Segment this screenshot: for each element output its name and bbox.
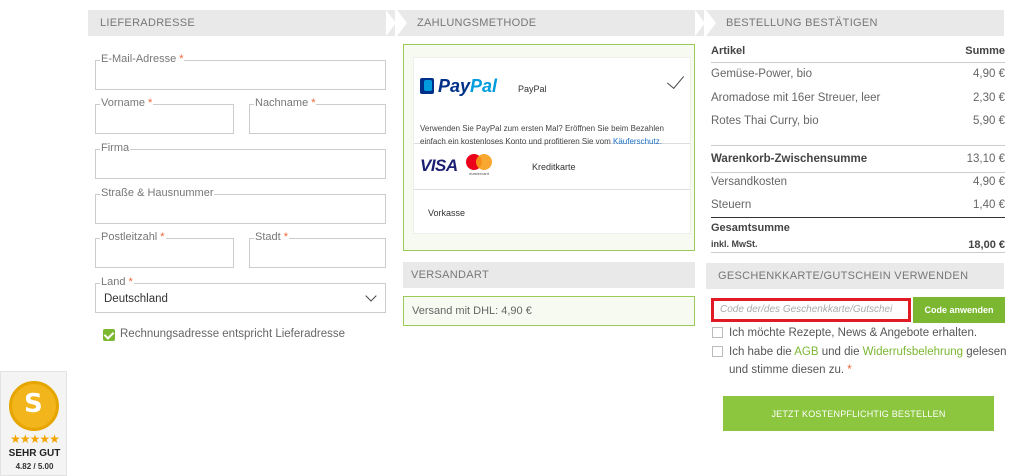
total-value: 18,00 € [968,239,1005,251]
country-value: Deutschland [104,293,168,305]
rating-stars: ★★★★★ [10,432,60,446]
rating-label: SEHR GUT [8,448,61,459]
summary-header: Artikel Summe [711,45,1005,57]
terms-label: Ich habe die AGB und die Widerrufsbelehr… [729,346,1007,376]
shipping-cost-row: Versandkosten 4,90 € [711,176,1005,188]
company-label: Firma [100,142,131,154]
step-payment-header: ZAHLUNGSMETHODE [397,10,705,36]
card-name: Kreditkarte [532,162,576,172]
country-label: Land * [100,276,134,288]
step-arrow-in [706,10,716,36]
subtotal-label: Warenkorb-Zwischensumme [711,153,868,165]
newsletter-checkbox[interactable] [712,327,723,338]
voucher-placeholder: Code der/des Geschenkkarte/Gutschei [720,304,893,315]
agb-link[interactable]: AGB [794,346,818,358]
divider [711,172,1005,173]
voucher-header: GESCHENKKARTE/GUTSCHEIN VERWENDEN [706,263,1004,289]
country-select[interactable]: Land * Deutschland [95,276,386,313]
table-row: Gemüse-Power, bio 4,90 € [711,68,1005,80]
firstname-label: Vorname * [100,97,154,109]
tax-value: 1,40 € [973,199,1005,211]
step-delivery-label: LIEFERADRESSE [100,17,195,29]
selected-check-icon [666,70,685,90]
step-arrow [695,10,705,36]
divider [711,62,1005,63]
voucher-header-label: GESCHENKKARTE/GUTSCHEIN VERWENDEN [718,270,969,282]
step-arrow [386,10,396,36]
prepay-name: Vorkasse [428,208,466,218]
terms-checkbox[interactable] [712,346,723,357]
payment-list: PayPal PayPal Verwenden Sie PayPal zum e… [413,57,691,234]
payment-option-prepay[interactable]: Vorkasse [414,190,690,235]
shipping-cost-value: 4,90 € [973,176,1005,188]
item-name: Aromadose mit 16er Streuer, leer [711,92,881,104]
chevron-down-icon [365,290,377,302]
mastercard-logo: mastercard [464,154,500,176]
trusted-shops-logo [9,381,59,431]
shipping-header: VERSANDART [403,262,695,288]
total-sub-row: inkl. MwSt. 18,00 € [711,239,1005,251]
firstname-field[interactable]: Vorname * [95,97,234,134]
col-sum: Summe [965,45,1005,57]
rating-score: 4.82 / 5.00 [15,462,54,471]
company-field[interactable]: Firma [95,142,386,179]
divider [711,252,1005,253]
newsletter-label: Ich möchte Rezepte, News & Angebote erha… [729,327,978,339]
item-price: 4,90 € [973,68,1005,80]
shipping-option-label: Versand mit DHL: 4,90 € [412,305,532,317]
tax-label: Steuern [711,199,752,211]
email-label: E-Mail-Adresse * [100,53,185,65]
step-confirm-label: BESTELLUNG BESTÄTIGEN [726,17,878,29]
step-delivery-header: LIEFERADRESSE [88,10,396,36]
paypal-name: PayPal [518,84,547,94]
shipping-cost-label: Versandkosten [711,176,788,188]
paypal-logo: PayPal [420,76,497,97]
table-row: Aromadose mit 16er Streuer, leer 2,30 € [711,92,1005,104]
divider [711,145,1005,146]
street-field[interactable]: Straße & Hausnummer [95,187,386,224]
lastname-field[interactable]: Nachname * [249,97,386,134]
lastname-label: Nachname * [254,97,317,109]
payment-methods: PayPal PayPal Verwenden Sie PayPal zum e… [403,44,695,251]
visa-logo: VISA [420,156,458,175]
street-label: Straße & Hausnummer [100,187,215,199]
apply-code-button[interactable]: Code anwenden [913,297,1005,323]
tax-row: Steuern 1,40 € [711,199,1005,211]
apply-code-label: Code anwenden [924,305,994,315]
city-label: Stadt * [254,231,289,243]
email-field[interactable]: E-Mail-Adresse * [95,53,386,90]
zip-label: Postleitzahl * [100,231,166,243]
payment-option-paypal[interactable]: PayPal PayPal Verwenden Sie PayPal zum e… [414,58,690,146]
item-name: Rotes Thai Curry, bio [711,115,819,127]
city-field[interactable]: Stadt * [249,231,386,268]
step-arrow-in [397,10,407,36]
payment-option-card[interactable]: VISA mastercard Kreditkarte [414,144,690,190]
subtotal-row: Warenkorb-Zwischensumme 13,10 € [711,153,1005,165]
col-article: Artikel [711,45,746,57]
place-order-button[interactable]: JETZT KOSTENPFLICHTIG BESTELLEN [723,396,994,431]
shipping-option-dhl[interactable]: Versand mit DHL: 4,90 € [403,296,695,326]
billing-same-label: Rechnungsadresse entspricht Lieferadress… [120,328,346,340]
item-price: 2,30 € [973,92,1005,104]
item-price: 5,90 € [973,115,1005,127]
voucher-code-input[interactable]: Code der/des Geschenkkarte/Gutschei [711,298,911,322]
billing-same-checkbox[interactable] [103,329,115,341]
item-name: Gemüse-Power, bio [711,68,812,80]
total-row: Gesamtsumme [711,222,1005,234]
subtotal-value: 13,10 € [966,153,1005,165]
zip-field[interactable]: Postleitzahl * [95,231,234,268]
total-label: Gesamtsumme [711,222,790,234]
withdrawal-link[interactable]: Widerrufsbelehrung [863,346,963,358]
table-row: Rotes Thai Curry, bio 5,90 € [711,115,1005,127]
trust-seal[interactable]: ★★★★★ SEHR GUT 4.82 / 5.00 [0,371,67,476]
divider [711,217,1005,218]
place-order-label: JETZT KOSTENPFLICHTIG BESTELLEN [771,408,946,419]
step-confirm-header: BESTELLUNG BESTÄTIGEN [706,10,1004,36]
total-vat-note: inkl. MwSt. [711,239,758,249]
step-payment-label: ZAHLUNGSMETHODE [417,17,537,29]
shipping-header-label: VERSANDART [411,269,489,281]
